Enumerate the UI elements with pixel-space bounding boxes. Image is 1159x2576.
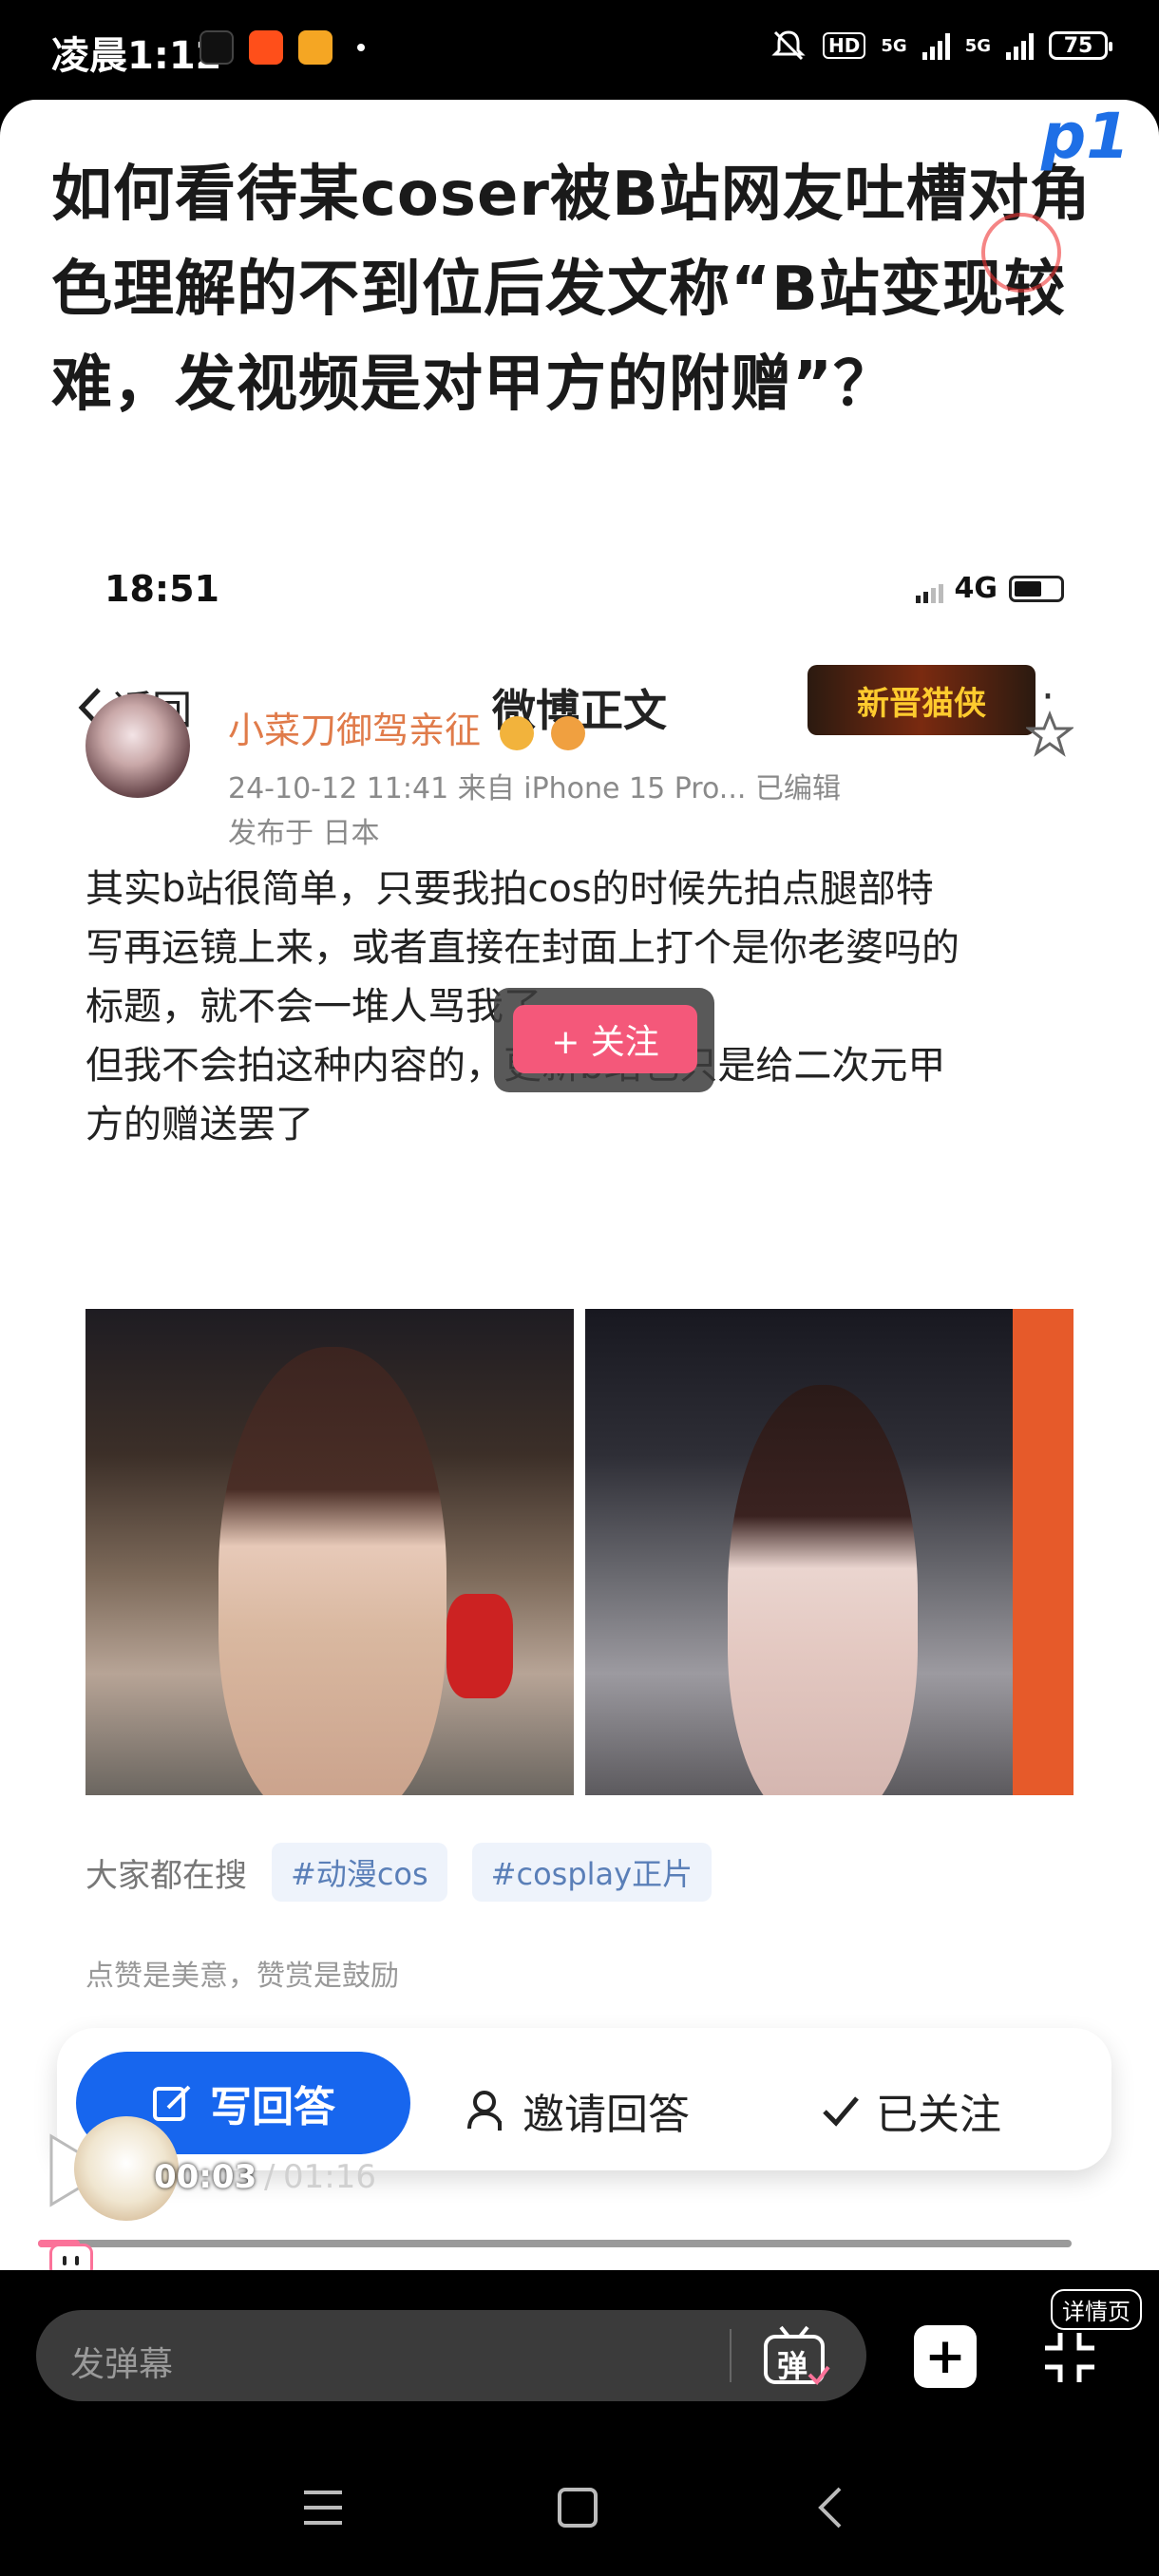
dot-icon [357,44,365,51]
hd-badge: HD [823,32,866,59]
tag-anime-cos[interactable]: #动漫cos [272,1843,447,1902]
time-total: 01:16 [283,2158,376,2196]
embedded-network: 4G [954,572,998,605]
post-date: 24-10-12 11:41 来自 iPhone 15 Pro... 已编辑 [228,772,841,805]
battery-icon: 75 [1049,31,1112,60]
question-title: 如何看待某coser被B站网友吐槽对角色理解的不到位后发文称“B站变现较难，发视… [51,160,1092,420]
person-icon [467,2091,502,2131]
time-separator: / [264,2158,276,2196]
username[interactable]: 小菜刀御驾亲征 [228,701,586,753]
danmaku-toggle-button[interactable]: 弹 [760,2323,832,2390]
signal-bars-2-icon [1006,31,1034,60]
detail-page-label[interactable]: 详情页 [1051,2289,1142,2330]
embedded-status-time: 18:51 [104,568,219,610]
reward-text: 点赞是美意，赞赏是鼓励 [86,1960,399,1993]
home-icon[interactable] [557,2487,598,2529]
username-text: 小菜刀御驾亲征 [228,710,482,751]
follow-button[interactable]: + 关注 [513,1005,697,1073]
fan-badge-icon [551,715,586,750]
write-answer-label: 写回答 [210,2083,335,2131]
sign-pole [1013,1309,1074,1795]
followed-button[interactable]: 已关注 [819,2080,1001,2141]
danmaku-label: 弹 [777,2348,808,2384]
invite-answer-button[interactable]: 邀请回答 [466,2080,690,2141]
embedded-battery-icon [1009,575,1064,602]
status-bar: 凌晨1:12 HD 5G 5G 75 [0,0,1159,100]
progress-track[interactable] [38,2240,1072,2247]
check-icon [823,2096,859,2127]
taobao-icon [249,30,283,65]
divider [730,2329,732,2382]
danmaku-placeholder: 发弹幕 [70,2345,174,2384]
badge-image: 新晋猫侠 [808,665,1036,735]
cosplayer-figure [728,1385,918,1795]
followed-label: 已关注 [876,2091,1001,2139]
search-label: 大家都在搜 [86,1856,247,1895]
embedded-status-indicators: 4G [915,572,1064,605]
video-player[interactable]: 如何看待某coser被B站网友吐槽对角色理解的不到位后发文称“B站变现较难，发视… [0,100,1159,2270]
post-location: 发布于 日本 [228,817,380,850]
status-time: 凌晨1:12 [51,34,222,78]
add-button[interactable]: + [914,2325,977,2388]
search-row: 大家都在搜 #动漫cos #cosplay正片 [86,1843,712,1902]
vip-badge-icon [500,715,535,750]
cosplayer-figure [218,1347,446,1795]
time-current: 00:03 [154,2158,257,2196]
invite-answer-label: 邀请回答 [522,2091,690,2139]
embedded-signal-icon [915,575,943,603]
signal-label-2: 5G [964,35,991,56]
page-badge: p1 [1041,100,1130,173]
signal-label-1: 5G [881,35,907,56]
hand-detail [446,1594,513,1698]
back-nav-icon[interactable] [815,2485,844,2530]
avatar[interactable] [86,693,190,798]
signal-bars-1-icon [922,31,950,60]
post-line: 写再运镜上来，或者直接在封面上打个是你老婆吗的 [86,926,960,970]
battery-level: 75 [1063,33,1093,58]
notes-icon [298,30,332,65]
collapse-icon[interactable] [1041,2329,1098,2386]
post-photo-1[interactable] [86,1309,574,1795]
star-icon[interactable] [1026,710,1074,758]
watermark-icon [981,213,1061,293]
mute-icon [771,30,806,61]
post-line: 方的赠送罢了 [86,1103,314,1146]
tag-cosplay[interactable]: #cosplay正片 [471,1843,712,1902]
edit-icon [153,2085,191,2121]
post-line: 其实b站很简单，只要我拍cos的时候先拍点腿部特 [86,867,934,911]
status-app-icons [200,30,365,65]
system-nav-bar [0,2432,1159,2576]
status-indicators: HD 5G 5G 75 [770,27,1112,65]
menu-icon[interactable] [302,2489,344,2527]
post-photo-2[interactable] [585,1309,1074,1795]
tiktok-icon [200,30,234,65]
